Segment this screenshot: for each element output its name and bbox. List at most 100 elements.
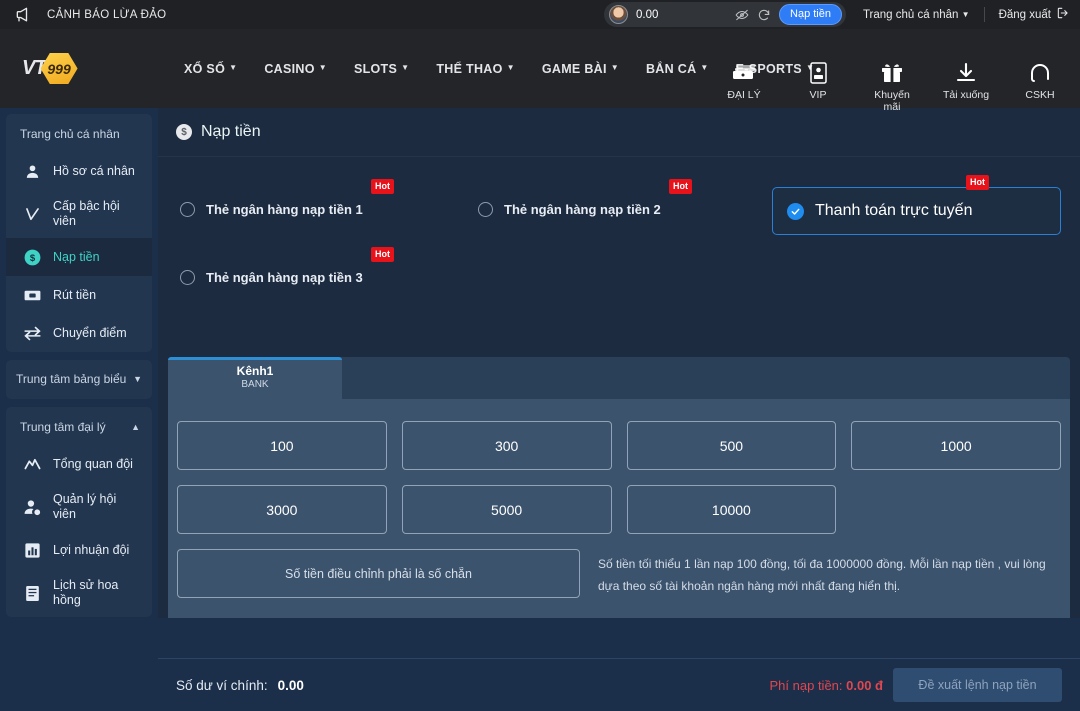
site-logo[interactable]: VT 999: [22, 52, 126, 85]
nav-icon-label: ĐẠI LÝ: [727, 89, 761, 101]
manage-user-icon: [22, 497, 42, 517]
sidebar-group-title: Trang chủ cá nhân: [6, 114, 152, 152]
logout-label: Đăng xuất: [998, 8, 1051, 21]
wallet-balance-value: 0.00: [277, 677, 304, 693]
nav-label: SLOTS: [353, 61, 398, 76]
payment-method-bank-2[interactable]: Thẻ ngân hàng nạp tiền 2 Hot: [478, 179, 692, 217]
amount-button-500[interactable]: 500: [626, 421, 837, 470]
nav-item-ban-ca[interactable]: BẮN CÁ ▼: [646, 62, 709, 76]
sidebar-group-chart-center[interactable]: Trung tâm bảng biểu ▼: [6, 360, 152, 399]
nav-icon-tai-xuong[interactable]: Tải xuống: [940, 59, 992, 101]
nav-label: GAME BÀI: [541, 61, 607, 76]
amount-preset-grid: 100 300 500 1000 3000 5000 10000: [177, 421, 1061, 534]
payment-method-bank-1[interactable]: Thẻ ngân hàng nạp tiền 1 Hot: [180, 179, 394, 217]
vip-rank-icon: [22, 204, 42, 224]
sidebar-item-loi-nhuan-doi[interactable]: Lợi nhuận đội: [6, 531, 152, 569]
nav-label: CASINO: [264, 61, 315, 76]
payment-method-label: Thẻ ngân hàng nạp tiền 1: [206, 202, 363, 217]
deposit-fee-value: 0.00 đ: [846, 677, 883, 693]
nav-label: BẮN CÁ: [645, 61, 697, 76]
amount-button-5000[interactable]: 5000: [401, 485, 612, 534]
avatar: [609, 5, 628, 24]
nav-item-the-thao[interactable]: THỂ THAO ▼: [436, 62, 515, 76]
deposit-panel-body: 100 300 500 1000 3000 5000 10000 Số tiền…: [168, 399, 1070, 618]
sidebar-item-label: Hồ sơ cá nhân: [53, 163, 135, 178]
trend-chart-icon: [22, 454, 42, 474]
nav-icon-label: Tải xuống: [942, 89, 990, 101]
bar-chart-icon: [22, 540, 42, 560]
refresh-icon[interactable]: [757, 8, 771, 22]
sidebar-item-tong-quan-doi[interactable]: Tổng quan đội: [6, 445, 152, 483]
sidebar-group-title[interactable]: Trung tâm đại lý ▲: [6, 407, 152, 445]
tab-subtitle: BANK: [241, 378, 269, 390]
custom-amount-row: Số tiền tối thiểu 1 lần nạp 100 đồng, tố…: [177, 549, 1061, 598]
deposit-fee: Phí nạp tiền: 0.00 đ: [770, 678, 883, 693]
scam-alert-text: CẢNH BÁO LỪA ĐẢO: [47, 8, 167, 21]
radio-icon[interactable]: [180, 202, 195, 217]
hot-badge: Hot: [371, 247, 394, 262]
nav-item-casino[interactable]: CASINO ▼: [264, 62, 327, 76]
chevron-down-icon: ▼: [229, 63, 238, 72]
nav-icon-cskh[interactable]: CSKH: [1014, 59, 1066, 101]
eye-off-icon[interactable]: [735, 8, 749, 22]
sidebar-group-label: Trung tâm bảng biểu: [16, 372, 127, 386]
nav-icon-dai-ly[interactable]: ĐẠI LÝ: [718, 59, 770, 101]
radio-icon[interactable]: [478, 202, 493, 217]
sidebar-item-nap-tien[interactable]: $ Nạp tiền: [6, 238, 152, 276]
gift-icon: [866, 59, 918, 87]
sidebar-group-personal: Trang chủ cá nhân Hồ sơ cá nhân Cấp bậc …: [6, 114, 152, 352]
nav-label: XỔ SỐ: [184, 61, 226, 76]
page-header: $ Nạp tiền: [158, 108, 1080, 157]
deposit-hint-text: Số tiền tối thiểu 1 lần nạp 100 đồng, tố…: [598, 557, 1046, 594]
chevron-up-icon[interactable]: ▲: [131, 422, 140, 433]
sidebar-item-quan-ly-hoi-vien[interactable]: Quản lý hội viên: [6, 483, 152, 531]
account-balance-pill: 0.00 Nạp tiền: [604, 2, 846, 27]
amount-button-300[interactable]: 300: [401, 421, 612, 470]
wallet-balance-label: Số dư ví chính:: [176, 677, 268, 693]
radio-icon[interactable]: [180, 270, 195, 285]
transfer-icon: [22, 323, 42, 343]
custom-amount-input[interactable]: [177, 549, 580, 598]
money-stack-icon: [718, 59, 770, 87]
sidebar-item-ho-so-ca-nhan[interactable]: Hồ sơ cá nhân: [6, 152, 152, 190]
withdraw-icon: [22, 285, 42, 305]
sidebar-item-rut-tien[interactable]: Rút tiền: [6, 276, 152, 314]
nav-icon-vip[interactable]: VIP: [792, 59, 844, 101]
deposit-fee-label: Phí nạp tiền:: [769, 677, 843, 693]
deposit-panel: Kênh1 BANK 100 300 500 1000 3000 5000 10…: [168, 357, 1070, 618]
deposit-icon: $: [22, 247, 42, 267]
hot-badge: Hot: [371, 179, 394, 194]
nav-item-slots[interactable]: SLOTS ▼: [354, 62, 409, 76]
nav-icon-label: Khuyến mãi: [874, 89, 910, 114]
sidebar-item-label: Rút tiền: [53, 287, 97, 302]
nav-icon-khuyen-mai[interactable]: Khuyến mãi: [866, 59, 918, 113]
submit-deposit-button[interactable]: Đề xuất lệnh nạp tiền: [893, 668, 1062, 702]
personal-home-menu[interactable]: Trang chủ cá nhân ▼: [849, 9, 984, 21]
chevron-down-icon: ▼: [318, 63, 327, 72]
user-icon: [22, 161, 42, 181]
logout-icon: [1056, 6, 1070, 23]
header-deposit-button[interactable]: Nạp tiền: [779, 4, 842, 25]
logo-hex-badge: 999: [40, 52, 78, 85]
amount-button-1000[interactable]: 1000: [851, 421, 1061, 470]
payment-method-online-selected[interactable]: Thanh toán trực tuyến Hot: [772, 175, 1061, 235]
amount-button-3000[interactable]: 3000: [177, 485, 387, 534]
payment-method-bank-3[interactable]: Thẻ ngân hàng nạp tiền 3 Hot: [180, 247, 394, 285]
sidebar-item-lich-su-hoa-hong[interactable]: Lịch sử hoa hồng: [6, 569, 152, 617]
radio-checked-icon[interactable]: [787, 202, 804, 220]
sidebar-item-label: Tổng quan đội: [53, 456, 133, 471]
sidebar-group-label: Trung tâm đại lý: [20, 420, 106, 434]
amount-button-10000[interactable]: 10000: [626, 485, 837, 534]
amount-button-100[interactable]: 100: [177, 421, 387, 470]
vip-card-icon: [792, 59, 844, 87]
chevron-down-icon[interactable]: ▼: [133, 374, 142, 385]
tab-kenh1[interactable]: Kênh1 BANK: [168, 357, 342, 399]
main-content: $ Nạp tiền Thẻ ngân hàng nạp tiền 1 Hot …: [158, 108, 1080, 711]
sidebar-item-chuyen-diem[interactable]: Chuyển điểm: [6, 314, 152, 352]
nav-item-xo-so[interactable]: XỔ SỐ ▼: [184, 62, 237, 76]
sidebar-item-cap-bac-hoi-vien[interactable]: Cấp bậc hội viên: [6, 190, 152, 238]
page-title: Nạp tiền: [201, 123, 261, 140]
nav-icon-label: VIP: [809, 89, 827, 101]
nav-item-game-bai[interactable]: GAME BÀI ▼: [542, 62, 619, 76]
logout-button[interactable]: Đăng xuất: [985, 6, 1080, 23]
